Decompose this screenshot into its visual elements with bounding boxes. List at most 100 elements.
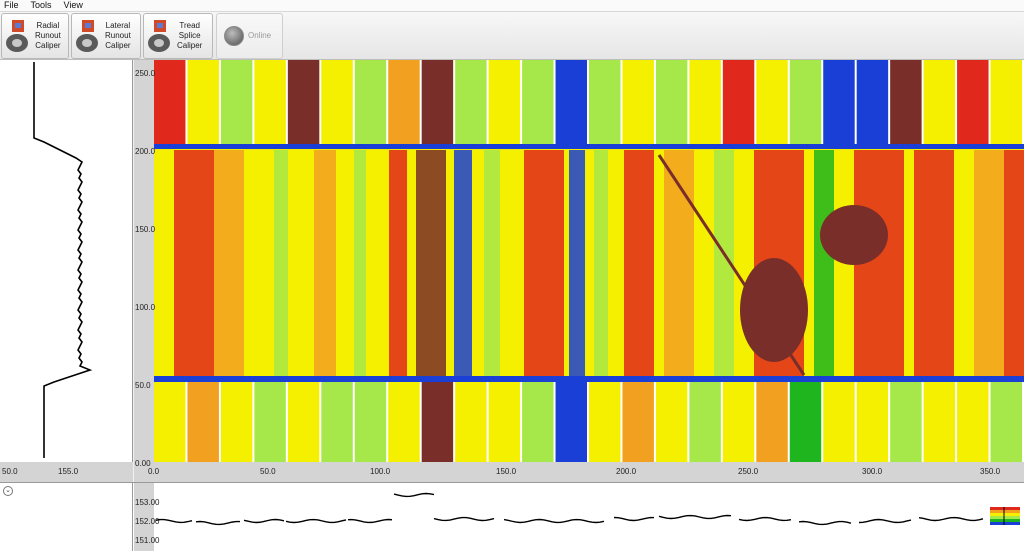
heatmap-plot[interactable]: 0.00 50.0 100.0 150.0 200.0 250.0 0.0 50…	[134, 60, 1024, 482]
bottom-profile-line	[347, 518, 393, 524]
heatmap-cell	[1004, 150, 1024, 376]
heatmap-cell	[756, 382, 788, 462]
bottom-profile-line	[658, 514, 732, 520]
heatmap-cell	[823, 60, 855, 144]
bottom-profile-line	[285, 518, 347, 524]
toolbar: Radial Runout Caliper Lateral Runout Cal…	[0, 12, 1024, 60]
heatmap-cell	[388, 60, 420, 144]
heatmap-cell	[622, 382, 654, 462]
radial-runout-caliper-button[interactable]: Radial Runout Caliper	[1, 13, 69, 59]
heatmap-cell	[287, 382, 320, 462]
heatmap-cell	[594, 150, 608, 376]
lateral-runout-caliper-label: Lateral Runout Caliper	[105, 21, 131, 50]
heatmap-cell	[421, 382, 454, 462]
bottom-profile-line	[738, 516, 792, 522]
heatmap-cell	[856, 60, 889, 144]
menu-tools[interactable]: Tools	[31, 0, 52, 11]
heatmap-cell	[488, 60, 521, 144]
heatmap-cell	[890, 60, 922, 144]
bottom-profile-y-tick: 152.00	[135, 517, 160, 526]
left-profile-line	[33, 62, 93, 458]
online-label: Online	[248, 31, 272, 40]
heatmap-x-tick: 100.0	[370, 467, 391, 476]
heatmap-y-tick: 50.0	[135, 381, 151, 390]
heatmap-y-tick: 100.0	[135, 303, 156, 312]
heatmap-cell	[287, 60, 320, 144]
heatmap-cell	[555, 382, 587, 462]
heatmap-cell	[254, 60, 286, 144]
heatmap-cell	[484, 150, 500, 376]
heatmap-x-tick: 300.0	[862, 467, 883, 476]
heatmap-x-tick: 0.0	[148, 467, 160, 476]
caliper-icon	[148, 20, 170, 52]
heatmap-cell	[689, 382, 721, 462]
bottom-profile-line	[195, 520, 241, 526]
heatmap-x-tick: 200.0	[616, 467, 637, 476]
heatmap-cell	[321, 60, 353, 144]
heatmap-x-tick: 250.0	[738, 467, 759, 476]
heatmap-cell	[254, 382, 286, 462]
heatmap-cell	[154, 382, 186, 462]
heatmap-cell	[220, 382, 253, 462]
heatmap-x-tick: 350.0	[980, 467, 1001, 476]
heatmap-cell	[923, 60, 956, 144]
heatmap-cell	[923, 382, 956, 462]
heatmap-cell	[856, 382, 889, 462]
heatmap-cell	[154, 376, 1024, 382]
heatmap-cell	[622, 60, 654, 144]
heatmap-cell	[990, 382, 1022, 462]
bottom-profile-line	[613, 516, 655, 522]
heatmap-y-tick: 150.0	[135, 225, 156, 234]
menu-file[interactable]: File	[4, 0, 19, 11]
lateral-runout-caliper-button[interactable]: Lateral Runout Caliper	[71, 13, 141, 59]
heatmap-cell	[820, 205, 888, 265]
bottom-profile-line	[243, 518, 285, 524]
heatmap-cell	[214, 150, 244, 376]
heatmap-cell	[689, 60, 721, 144]
chevron-down-icon[interactable]: ⌄	[3, 486, 13, 496]
heatmap-cell	[454, 150, 472, 376]
heatmap-cell	[589, 382, 621, 462]
heatmap-cell	[789, 60, 822, 144]
caliper-icon	[76, 20, 98, 52]
heatmap-cell	[522, 382, 554, 462]
left-profile-plot: 50.0 155.0	[0, 62, 133, 482]
heatmap-cell	[274, 150, 288, 376]
heatmap-cell	[154, 60, 186, 144]
menu-view[interactable]: View	[64, 0, 83, 11]
heatmap-image	[154, 60, 1024, 462]
tread-splice-caliper-button[interactable]: Tread Splice Caliper	[143, 13, 213, 59]
heatmap-cell	[814, 150, 834, 376]
heatmap-cell	[890, 382, 922, 462]
heatmap-cell	[722, 382, 755, 462]
heatmap-x-tick: 50.0	[260, 467, 276, 476]
heatmap-y-axis	[134, 60, 154, 482]
heatmap-cell	[740, 258, 808, 362]
radial-runout-caliper-label: Radial Runout Caliper	[35, 21, 61, 50]
bottom-profile-line	[798, 520, 852, 526]
heatmap-panel[interactable]: 0.00 50.0 100.0 150.0 200.0 250.0 0.0 50…	[134, 60, 1024, 482]
bottom-profile-line	[858, 518, 912, 524]
bottom-profile-line	[918, 516, 984, 522]
bottom-profile-line	[503, 518, 605, 524]
left-profile-x-tick: 50.0	[2, 467, 18, 476]
bottom-profile-line	[433, 516, 495, 522]
heatmap-cell	[455, 60, 487, 144]
heatmap-cell	[722, 60, 755, 144]
heatmap-cell	[522, 60, 554, 144]
heatmap-cell	[823, 382, 855, 462]
heatmap-cell	[187, 60, 219, 144]
heatmap-cell	[388, 382, 420, 462]
heatmap-cell	[314, 150, 336, 376]
heatmap-y-tick: 250.0	[135, 69, 156, 78]
color-scale-legend	[990, 507, 1020, 525]
heatmap-cell	[589, 60, 621, 144]
heatmap-cell	[655, 382, 688, 462]
online-button[interactable]: Online	[216, 13, 283, 59]
bottom-profile-y-tick: 153.00	[135, 498, 160, 507]
heatmap-cell	[174, 150, 214, 376]
heatmap-cell	[455, 382, 487, 462]
heatmap-cell	[569, 150, 585, 376]
heatmap-cell	[914, 150, 954, 376]
heatmap-cell	[421, 60, 454, 144]
